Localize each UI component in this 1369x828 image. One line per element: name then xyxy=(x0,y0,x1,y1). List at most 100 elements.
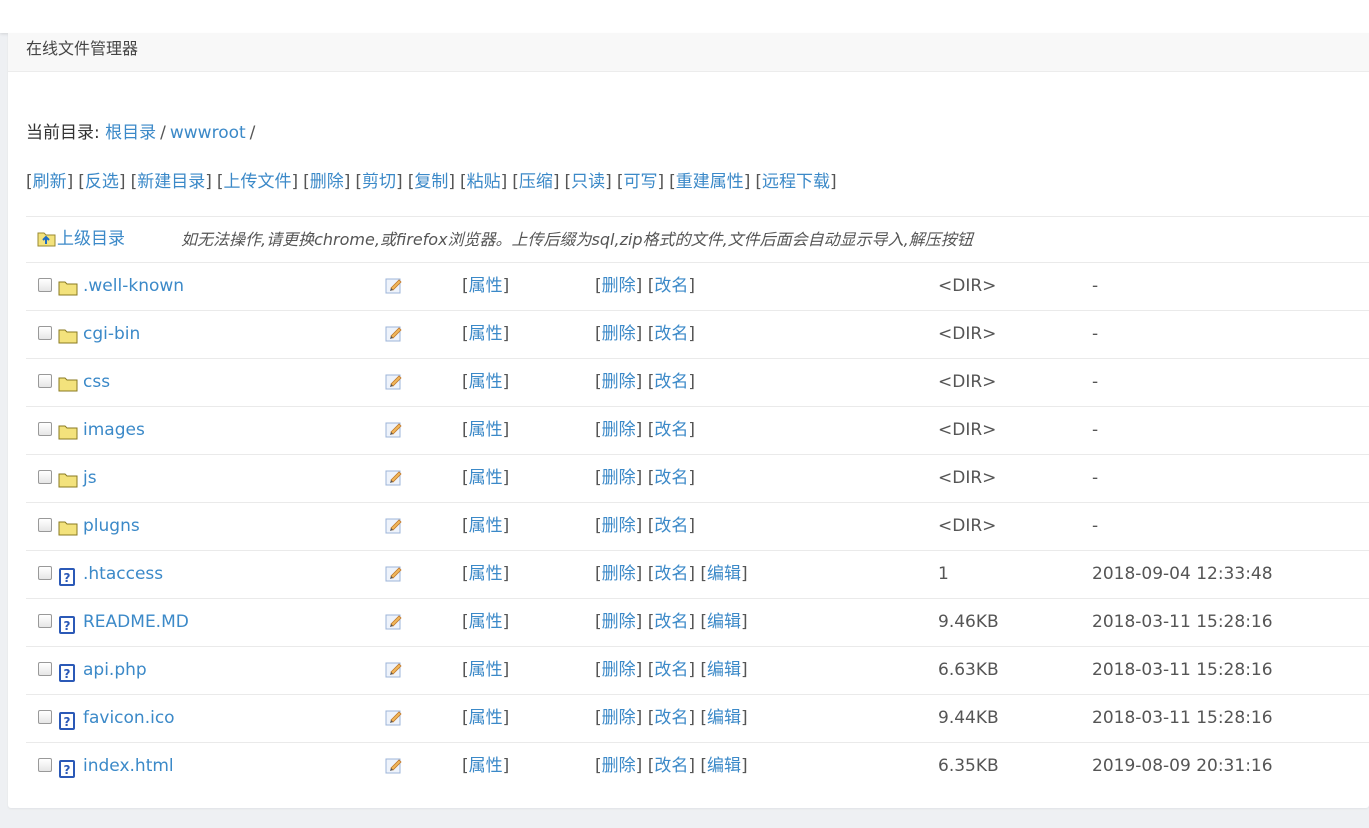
props-link[interactable]: 属性 xyxy=(469,516,503,536)
file-name-link[interactable]: js xyxy=(83,468,97,488)
toolbar-action[interactable]: [远程下载] xyxy=(755,172,836,192)
row-checkbox[interactable] xyxy=(38,470,52,484)
toolbar-action-label[interactable]: 新建目录 xyxy=(137,172,205,192)
toolbar-action-label[interactable]: 复制 xyxy=(414,172,448,192)
toolbar-action[interactable]: [只读] xyxy=(565,172,612,192)
row-checkbox[interactable] xyxy=(38,758,52,772)
file-name-link[interactable]: favicon.ico xyxy=(83,708,175,728)
delete-link[interactable]: 删除 xyxy=(602,468,636,488)
toolbar-action-label[interactable]: 反选 xyxy=(85,172,119,192)
file-name-link[interactable]: images xyxy=(83,420,145,440)
edit-link[interactable]: 编辑 xyxy=(707,660,741,680)
edit-link[interactable]: 编辑 xyxy=(707,612,741,632)
breadcrumb-wwwroot-link[interactable]: wwwroot xyxy=(170,123,246,143)
rename-link[interactable]: 改名 xyxy=(654,372,688,392)
pencil-edit-icon[interactable] xyxy=(385,564,403,586)
delete-link[interactable]: 删除 xyxy=(602,276,636,296)
toolbar-action[interactable]: [重建属性] xyxy=(669,172,750,192)
pencil-edit-icon[interactable] xyxy=(385,324,403,346)
toolbar-action-label[interactable]: 压缩 xyxy=(519,172,553,192)
props-link[interactable]: 属性 xyxy=(469,372,503,392)
file-name-link[interactable]: index.html xyxy=(83,756,174,776)
delete-link[interactable]: 删除 xyxy=(602,660,636,680)
rename-link[interactable]: 改名 xyxy=(654,564,688,584)
toolbar-action[interactable]: [删除] xyxy=(303,172,350,192)
toolbar-action[interactable]: [可写] xyxy=(617,172,664,192)
delete-link[interactable]: 删除 xyxy=(602,756,636,776)
props-link[interactable]: 属性 xyxy=(469,276,503,296)
toolbar-action-label[interactable]: 粘贴 xyxy=(467,172,501,192)
pencil-edit-icon[interactable] xyxy=(385,660,403,682)
rename-link[interactable]: 改名 xyxy=(654,660,688,680)
pencil-edit-icon[interactable] xyxy=(385,468,403,490)
pencil-edit-icon[interactable] xyxy=(385,276,403,298)
toolbar-action-label[interactable]: 剪切 xyxy=(362,172,396,192)
parent-folder-label[interactable]: 上级目录 xyxy=(57,229,125,249)
toolbar-action[interactable]: [新建目录] xyxy=(131,172,212,192)
toolbar-action-label[interactable]: 远程下载 xyxy=(762,172,830,192)
toolbar-action[interactable]: [上传文件] xyxy=(217,172,298,192)
parent-folder-link[interactable]: 上级目录 xyxy=(37,217,125,262)
props-link[interactable]: 属性 xyxy=(469,708,503,728)
toolbar-action-label[interactable]: 删除 xyxy=(310,172,344,192)
toolbar-action[interactable]: [剪切] xyxy=(355,172,402,192)
pencil-edit-icon[interactable] xyxy=(385,756,403,778)
file-name-link[interactable]: plugns xyxy=(83,516,140,536)
file-name-link[interactable]: .well-known xyxy=(83,276,184,296)
toolbar-action[interactable]: [刷新] xyxy=(26,172,73,192)
row-checkbox[interactable] xyxy=(38,422,52,436)
delete-link[interactable]: 删除 xyxy=(602,564,636,584)
toolbar-action-label[interactable]: 只读 xyxy=(571,172,605,192)
props-link[interactable]: 属性 xyxy=(469,324,503,344)
pencil-edit-icon[interactable] xyxy=(385,372,403,394)
row-checkbox[interactable] xyxy=(38,326,52,340)
row-checkbox[interactable] xyxy=(38,374,52,388)
row-checkbox[interactable] xyxy=(38,566,52,580)
props-link[interactable]: 属性 xyxy=(469,468,503,488)
rename-link[interactable]: 改名 xyxy=(654,276,688,296)
row-checkbox[interactable] xyxy=(38,662,52,676)
props-link[interactable]: 属性 xyxy=(469,564,503,584)
row-checkbox[interactable] xyxy=(38,614,52,628)
row-checkbox[interactable] xyxy=(38,518,52,532)
rename-link[interactable]: 改名 xyxy=(654,324,688,344)
rename-link[interactable]: 改名 xyxy=(654,468,688,488)
delete-link[interactable]: 删除 xyxy=(602,516,636,536)
file-name-link[interactable]: api.php xyxy=(83,660,147,680)
rename-link[interactable]: 改名 xyxy=(654,756,688,776)
edit-link[interactable]: 编辑 xyxy=(707,708,741,728)
file-name-link[interactable]: README.MD xyxy=(83,612,189,632)
delete-link[interactable]: 删除 xyxy=(602,612,636,632)
pencil-edit-icon[interactable] xyxy=(385,708,403,730)
rename-link[interactable]: 改名 xyxy=(654,516,688,536)
pencil-edit-icon[interactable] xyxy=(385,516,403,538)
delete-link[interactable]: 删除 xyxy=(602,420,636,440)
props-link[interactable]: 属性 xyxy=(469,756,503,776)
toolbar-action-label[interactable]: 可写 xyxy=(623,172,657,192)
toolbar-action-label[interactable]: 重建属性 xyxy=(676,172,744,192)
delete-link[interactable]: 删除 xyxy=(602,324,636,344)
toolbar-action[interactable]: [压缩] xyxy=(512,172,559,192)
toolbar-action-label[interactable]: 刷新 xyxy=(33,172,67,192)
edit-link[interactable]: 编辑 xyxy=(707,756,741,776)
row-checkbox[interactable] xyxy=(38,278,52,292)
delete-link[interactable]: 删除 xyxy=(602,708,636,728)
toolbar-action[interactable]: [粘贴] xyxy=(460,172,507,192)
rename-link[interactable]: 改名 xyxy=(654,612,688,632)
file-name-link[interactable]: css xyxy=(83,372,110,392)
row-checkbox[interactable] xyxy=(38,710,52,724)
props-link[interactable]: 属性 xyxy=(469,420,503,440)
toolbar-action-label[interactable]: 上传文件 xyxy=(223,172,291,192)
props-link[interactable]: 属性 xyxy=(469,612,503,632)
props-link[interactable]: 属性 xyxy=(469,660,503,680)
breadcrumb-root-link[interactable]: 根目录 xyxy=(105,123,156,143)
toolbar-action[interactable]: [复制] xyxy=(408,172,455,192)
file-name-link[interactable]: .htaccess xyxy=(83,564,163,584)
edit-link[interactable]: 编辑 xyxy=(707,564,741,584)
pencil-edit-icon[interactable] xyxy=(385,420,403,442)
toolbar-action[interactable]: [反选] xyxy=(78,172,125,192)
rename-link[interactable]: 改名 xyxy=(654,708,688,728)
delete-link[interactable]: 删除 xyxy=(602,372,636,392)
pencil-edit-icon[interactable] xyxy=(385,612,403,634)
rename-link[interactable]: 改名 xyxy=(654,420,688,440)
